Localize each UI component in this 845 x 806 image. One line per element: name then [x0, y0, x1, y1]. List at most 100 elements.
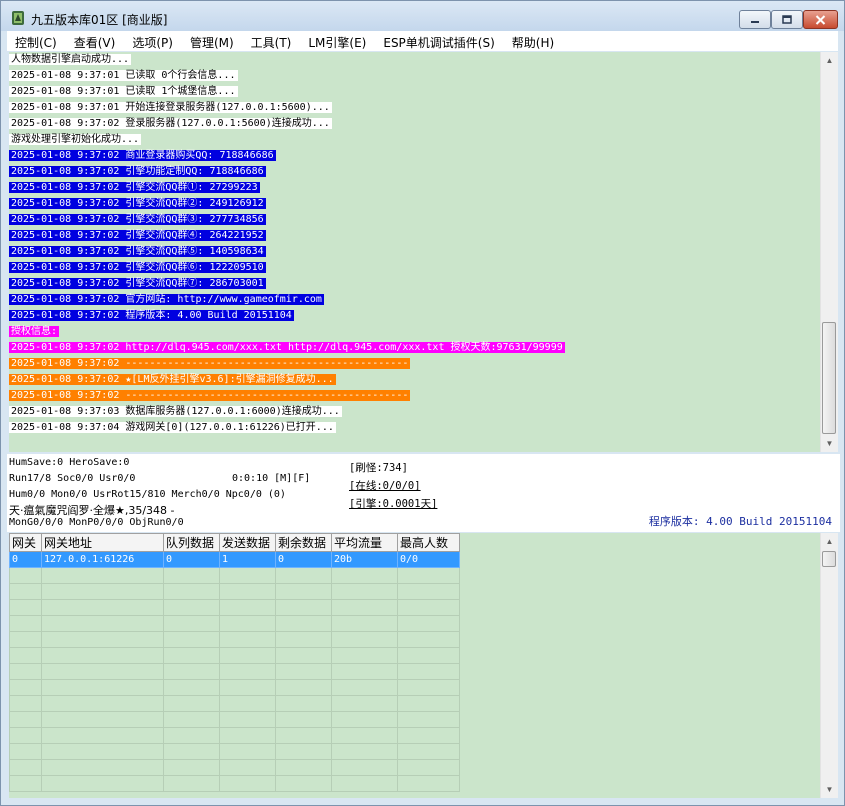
- empty-row: [9, 679, 460, 696]
- empty-cell: [9, 583, 42, 600]
- empty-cell: [331, 663, 398, 680]
- log-line-text: 2025-01-08 9:37:02 ---------------------…: [9, 390, 411, 401]
- empty-row: [9, 567, 460, 584]
- menu-view[interactable]: 查看(V): [66, 31, 125, 51]
- column-header[interactable]: 队列数据: [163, 533, 220, 552]
- log-line-text: 2025-01-08 9:37:02 商业登录器购买QQ: 718846686: [9, 150, 276, 161]
- empty-cell: [219, 679, 276, 696]
- empty-cell: [331, 775, 398, 792]
- empty-cell: [331, 631, 398, 648]
- close-button[interactable]: [803, 10, 838, 29]
- menu-lm-engine[interactable]: LM引擎(E): [300, 31, 375, 51]
- grid-scrollbar-thumb[interactable]: [822, 551, 836, 567]
- empty-cell: [163, 583, 220, 600]
- log-line: 2025-01-08 9:37:02 http://dlq.945.com/xx…: [9, 340, 820, 356]
- log-output[interactable]: 人物数据引擎启动成功... 2025-01-08 9:37:01 已读取 0个行会…: [9, 52, 820, 452]
- maximize-button[interactable]: [771, 10, 803, 29]
- log-line-text: 2025-01-08 9:37:02 引擎交流QQ群⑤: 140598634: [9, 246, 266, 257]
- log-line-text: 2025-01-08 9:37:03 数据库服务器(127.0.0.1:6000…: [9, 406, 342, 417]
- empty-cell: [331, 567, 398, 584]
- log-line-text: 2025-01-08 9:37:02 引擎交流QQ群②: 249126912: [9, 198, 266, 209]
- log-line-text: 2025-01-08 9:37:02 程序版本: 4.00 Build 2015…: [9, 310, 294, 321]
- empty-cell: [9, 615, 42, 632]
- empty-cell: [41, 695, 164, 712]
- empty-cell: [41, 743, 164, 760]
- empty-cell: [41, 727, 164, 744]
- title-bar[interactable]: 九五版本库01区 [商业版]: [1, 1, 844, 31]
- empty-cell: [9, 775, 42, 792]
- window-title: 九五版本库01区 [商业版]: [31, 13, 168, 27]
- scroll-up-arrow-icon[interactable]: ▲: [821, 52, 838, 69]
- empty-cell: [331, 599, 398, 616]
- menu-esp-plugin[interactable]: ESP单机调试插件(S): [375, 31, 503, 51]
- status-map: 天·瘟氣魔咒阎罗·全爆★,35/348 -: [9, 504, 175, 517]
- app-icon: [12, 11, 24, 25]
- column-header[interactable]: 发送数据: [219, 533, 276, 552]
- empty-cell: [41, 679, 164, 696]
- empty-cell: [219, 599, 276, 616]
- empty-cell: [41, 775, 164, 792]
- table-row[interactable]: 0 127.0.0.1:61226 0 1 0 20b 0/0: [9, 551, 460, 568]
- empty-cell: [163, 727, 220, 744]
- empty-cell: [275, 599, 332, 616]
- empty-cell: [163, 631, 220, 648]
- table-cell: 0: [163, 551, 220, 568]
- empty-cell: [163, 647, 220, 664]
- log-line: 2025-01-08 9:37:02 官方网站: http://www.game…: [9, 292, 820, 308]
- empty-cell: [397, 695, 460, 712]
- column-header[interactable]: 平均流量: [331, 533, 398, 552]
- empty-cell: [9, 567, 42, 584]
- log-line-text: 2025-01-08 9:37:02 引擎交流QQ群③: 277734856: [9, 214, 266, 225]
- menu-tools[interactable]: 工具(T): [243, 31, 301, 51]
- empty-cell: [9, 599, 42, 616]
- log-line: 2025-01-08 9:37:02 引擎交流QQ群②: 249126912: [9, 196, 820, 212]
- empty-cell: [219, 615, 276, 632]
- empty-cell: [275, 615, 332, 632]
- empty-cell: [41, 663, 164, 680]
- scroll-down-arrow-icon[interactable]: ▼: [821, 435, 838, 452]
- grid-scroll-up-icon[interactable]: ▲: [821, 533, 838, 550]
- engine-days-link[interactable]: [引擎:0.0001天]: [349, 496, 437, 511]
- empty-cell: [9, 711, 42, 728]
- empty-row: [9, 647, 460, 664]
- log-line: 授权信息:: [9, 324, 820, 340]
- column-header[interactable]: 剩余数据: [275, 533, 332, 552]
- empty-cell: [41, 583, 164, 600]
- log-line: 2025-01-08 9:37:02 ---------------------…: [9, 388, 820, 404]
- empty-cell: [219, 775, 276, 792]
- table-cell: 0: [275, 551, 332, 568]
- log-line: 2025-01-08 9:37:02 程序版本: 4.00 Build 2015…: [9, 308, 820, 324]
- column-header[interactable]: 网关: [9, 533, 42, 552]
- empty-cell: [163, 743, 220, 760]
- empty-cell: [41, 599, 164, 616]
- empty-cell: [331, 759, 398, 776]
- grid-scrollbar[interactable]: ▲ ▼: [820, 533, 838, 798]
- empty-row: [9, 599, 460, 616]
- menu-control[interactable]: 控制(C): [7, 31, 66, 51]
- online-count-link[interactable]: [在线:0/0/0]: [349, 478, 421, 493]
- log-line: 2025-01-08 9:37:02 引擎交流QQ群⑦: 286703001: [9, 276, 820, 292]
- log-line: 2025-01-08 9:37:02 引擎交流QQ群⑤: 140598634: [9, 244, 820, 260]
- log-line: 2025-01-08 9:37:02 引擎交流QQ群④: 264221952: [9, 228, 820, 244]
- empty-cell: [219, 759, 276, 776]
- empty-cell: [397, 759, 460, 776]
- log-scrollbar[interactable]: ▲ ▼: [820, 52, 838, 452]
- column-header[interactable]: 网关地址: [41, 533, 164, 552]
- empty-cell: [41, 631, 164, 648]
- column-header[interactable]: 最高人数: [397, 533, 460, 552]
- empty-cell: [275, 727, 332, 744]
- menu-manage[interactable]: 管理(M): [182, 31, 243, 51]
- empty-cell: [41, 711, 164, 728]
- menu-help[interactable]: 帮助(H): [504, 31, 563, 51]
- log-scrollbar-thumb[interactable]: [822, 322, 836, 434]
- minimize-button[interactable]: [739, 10, 771, 29]
- gateway-grid[interactable]: 网关 网关地址 队列数据 发送数据 剩余数据 平均流量 最高人数 0 127.0.0.1:61…: [9, 533, 820, 798]
- menu-options[interactable]: 选项(P): [124, 31, 182, 51]
- empty-row: [9, 695, 460, 712]
- grid-scroll-down-icon[interactable]: ▼: [821, 781, 838, 798]
- empty-cell: [9, 727, 42, 744]
- empty-cell: [275, 583, 332, 600]
- refresh-monster-label: [刷怪:734]: [349, 462, 408, 474]
- empty-cell: [219, 583, 276, 600]
- table-cell: 0: [9, 551, 42, 568]
